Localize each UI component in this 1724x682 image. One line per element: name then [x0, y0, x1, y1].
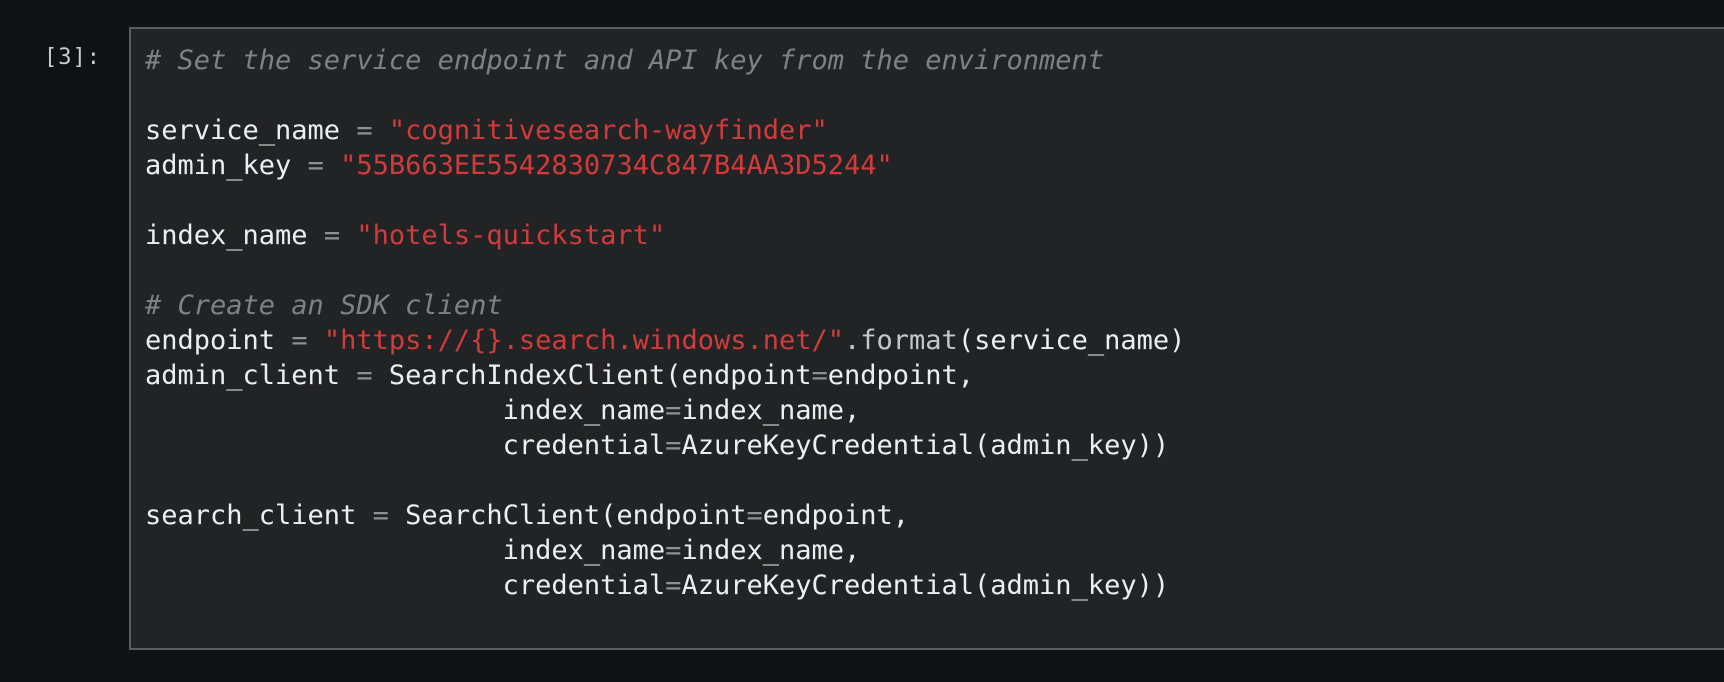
code-token: AzureKeyCredential(admin_key)) [681, 430, 1170, 461]
code-token: search_client [145, 500, 373, 531]
code-token: credential [145, 570, 666, 601]
code-token: credential [145, 430, 666, 461]
code-operator: = [372, 500, 389, 531]
code-string: "https://{}.search.windows.net/" [323, 325, 845, 356]
code-token: admin_client [145, 360, 357, 391]
code-line: credential=AzureKeyCredential(admin_key)… [145, 428, 1724, 463]
code-string: "55B663EE5542830734C847B4AA3D5244" [340, 150, 893, 181]
code-comment: # Create an SDK client [145, 290, 503, 321]
code-token: endpoint [145, 325, 292, 356]
code-editor[interactable]: # Set the service endpoint and API key f… [129, 27, 1724, 650]
code-string: "cognitivesearch-wayfinder" [388, 115, 828, 146]
code-token: admin_key [145, 150, 308, 181]
code-operator: = [811, 360, 828, 391]
code-line: search_client = SearchClient(endpoint=en… [145, 498, 1724, 533]
code-operator: = [665, 535, 682, 566]
code-string: "hotels-quickstart" [356, 220, 666, 251]
code-line: service_name = "cognitivesearch-wayfinde… [145, 113, 1724, 148]
code-line: credential=AzureKeyCredential(admin_key)… [145, 568, 1724, 603]
code-token: index_name [145, 220, 324, 251]
code-token: endpoint, [827, 360, 975, 391]
code-line: # Create an SDK client [145, 288, 1724, 323]
code-operator: = [665, 395, 682, 426]
code-method: .format [844, 325, 958, 356]
code-operator: = [665, 430, 682, 461]
code-token: endpoint, [762, 500, 910, 531]
code-line: endpoint = "https://{}.search.windows.ne… [145, 323, 1724, 358]
execution-count-prompt: [3]: [44, 45, 101, 70]
code-token: index_name, [681, 395, 861, 426]
code-token: index_name, [681, 535, 861, 566]
code-content[interactable]: # Set the service endpoint and API key f… [145, 43, 1724, 603]
code-line: index_name=index_name, [145, 393, 1724, 428]
code-comment: # Set the service endpoint and API key f… [145, 45, 1105, 76]
code-operator: = [291, 325, 308, 356]
code-token: index_name [145, 395, 666, 426]
notebook-code-cell: [3]: # Set the service endpoint and API … [0, 0, 1724, 682]
code-token: service_name [145, 115, 357, 146]
code-operator: = [307, 150, 324, 181]
code-operator: = [356, 360, 373, 391]
code-line: admin_key = "55B663EE5542830734C847B4AA3… [145, 148, 1724, 183]
code-line: admin_client = SearchIndexClient(endpoin… [145, 358, 1724, 393]
code-operator: = [356, 115, 373, 146]
code-token: (service_name) [957, 325, 1186, 356]
code-token: index_name [145, 535, 666, 566]
code-operator: = [323, 220, 341, 251]
code-token: AzureKeyCredential(admin_key)) [681, 570, 1170, 601]
code-operator: = [665, 570, 682, 601]
code-token: SearchClient(endpoint [388, 500, 747, 531]
code-line: # Set the service endpoint and API key f… [145, 43, 1724, 78]
code-line: index_name=index_name, [145, 533, 1724, 568]
code-line: index_name = "hotels-quickstart" [145, 218, 1724, 253]
code-token: SearchIndexClient(endpoint [372, 360, 812, 391]
code-operator: = [746, 500, 763, 531]
